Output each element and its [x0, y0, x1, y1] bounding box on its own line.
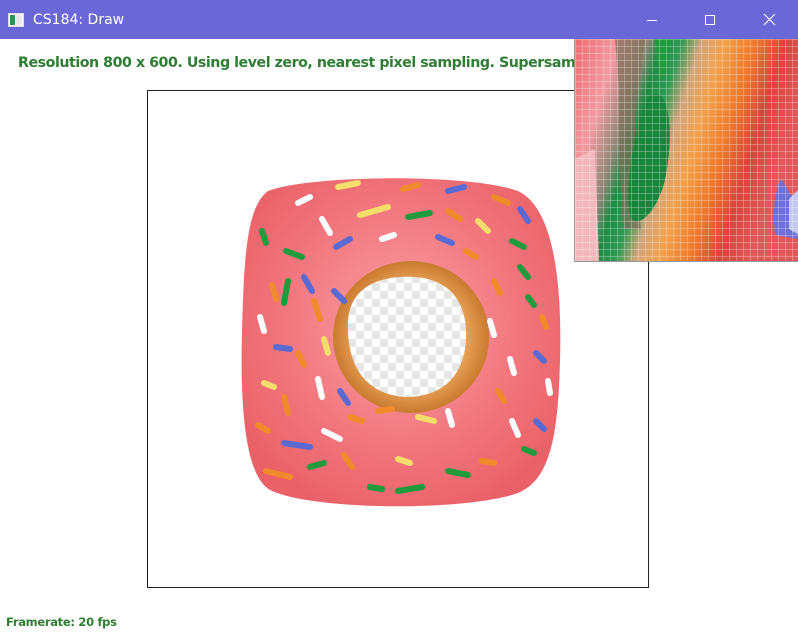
minimize-button[interactable] [623, 0, 681, 39]
pixel-zoom-inspector [574, 39, 798, 262]
donut-texture-image [241, 178, 561, 507]
framerate-readout: Framerate: 20 fps [6, 615, 117, 629]
window-title: CS184: Draw [33, 12, 125, 28]
maximize-button[interactable] [681, 0, 739, 39]
app-window-icon [8, 12, 24, 27]
maximize-icon [705, 14, 715, 25]
app-window: CS184: Draw Resolution 800 x 600. Using … [0, 0, 798, 640]
minimize-icon [647, 19, 657, 21]
close-button[interactable] [740, 0, 798, 39]
title-bar[interactable]: CS184: Draw [0, 0, 798, 39]
close-icon [763, 13, 775, 26]
